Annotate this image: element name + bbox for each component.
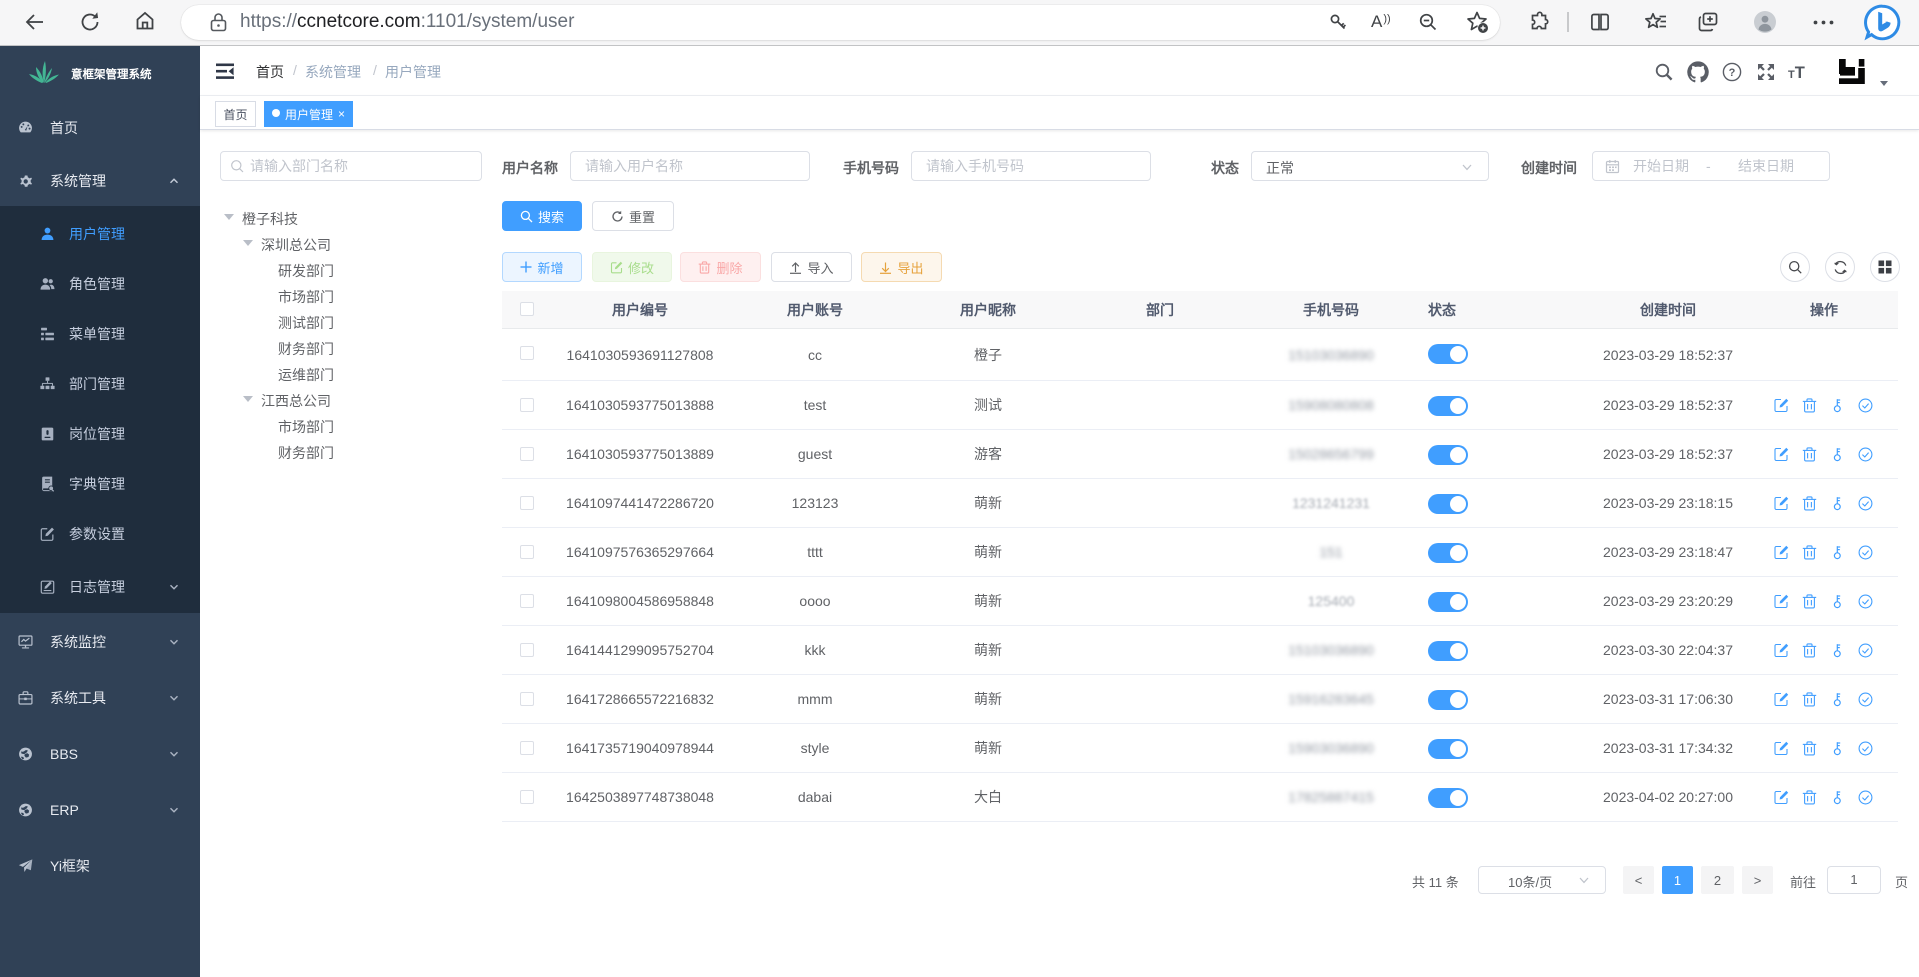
- svg-text:?: ?: [1729, 67, 1736, 79]
